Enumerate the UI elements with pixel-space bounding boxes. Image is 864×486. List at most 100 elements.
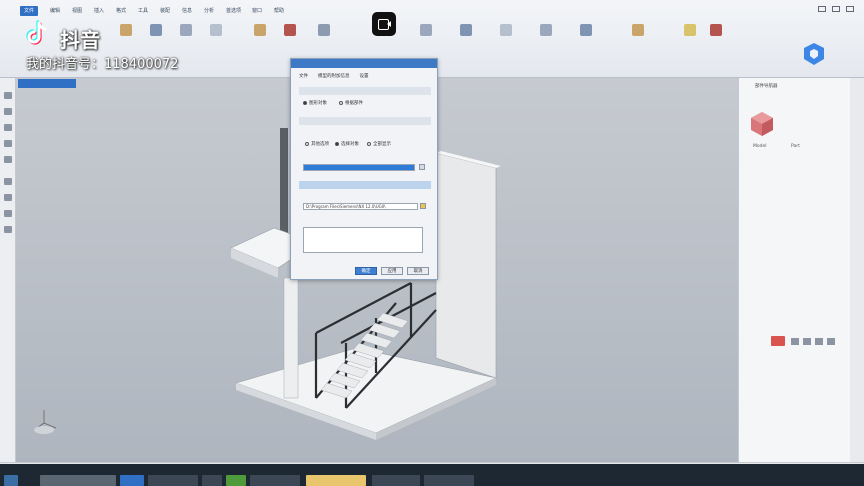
menu-item-insert[interactable]: 插入: [94, 6, 104, 16]
chamfer-tool-icon[interactable]: [284, 24, 296, 36]
select-object-button[interactable]: [419, 164, 425, 170]
minimize-icon[interactable]: [818, 6, 826, 12]
close-icon[interactable]: [846, 6, 854, 12]
ok-button[interactable]: 确定: [355, 267, 377, 275]
dialog-tab-info[interactable]: 模型的附加信息: [318, 73, 350, 79]
part-label: Part: [791, 144, 800, 149]
taskbar-app[interactable]: [226, 475, 246, 486]
viewport-tab[interactable]: [18, 79, 76, 88]
measure-tool-icon[interactable]: [580, 24, 592, 36]
menu-item-edit[interactable]: 编辑: [50, 6, 60, 16]
tiktok-logo-icon: [26, 20, 47, 45]
record-icon[interactable]: [372, 12, 396, 36]
watermark-brand: 抖音: [60, 28, 100, 52]
radio-option-part[interactable]: 根据部件: [339, 100, 363, 106]
taskbar-app[interactable]: [372, 475, 420, 486]
dialog-section-objects[interactable]: [299, 117, 431, 125]
menu-item-help[interactable]: 帮助: [274, 6, 284, 16]
tool-strip-icon[interactable]: [4, 194, 12, 201]
tool-strip-icon[interactable]: [4, 108, 12, 115]
radio-on-icon: [303, 100, 307, 105]
part-navigator-panel: 部件导航器 Model Part: [738, 78, 850, 464]
folder-icon[interactable]: [420, 203, 426, 209]
radio-option-graphics[interactable]: 图形对象: [303, 100, 327, 106]
taskbar-app[interactable]: [202, 475, 222, 486]
menu-item-window[interactable]: 窗口: [252, 6, 262, 16]
output-file-path-input[interactable]: D:\Program Files\Siemens\NX 12.0\UGII\: [303, 203, 418, 210]
radio-option-other[interactable]: 其他选项: [305, 141, 329, 147]
apply-button[interactable]: 应用: [381, 267, 403, 275]
tool-strip-icon[interactable]: [4, 140, 12, 147]
radio-option-showall[interactable]: 全部显示: [367, 141, 391, 147]
mirror-tool-icon[interactable]: [420, 24, 432, 36]
cancel-button[interactable]: 取消: [407, 267, 429, 275]
dialog-tab-file[interactable]: 文件: [299, 73, 308, 79]
left-tool-strip: [0, 78, 16, 464]
menu-item-file[interactable]: 文件: [20, 6, 39, 16]
tool-strip-icon[interactable]: [4, 226, 12, 233]
radio-option-select[interactable]: 选择对象: [335, 141, 359, 147]
maximize-icon[interactable]: [832, 6, 840, 12]
dialog-section-output[interactable]: [299, 181, 431, 189]
dialog-tab-settings[interactable]: 设置: [360, 73, 369, 79]
edge-blend-tool-icon[interactable]: [254, 24, 266, 36]
window-controls: [818, 6, 854, 12]
cube-icon[interactable]: [749, 110, 775, 138]
menu-item-assembly[interactable]: 装配: [160, 6, 170, 16]
taskbar-app[interactable]: [148, 475, 198, 486]
radio-label: 其他选项: [311, 142, 329, 147]
dialog-tabs: 文件 模型的附加信息 设置: [299, 73, 369, 79]
hole-tool-icon[interactable]: [210, 24, 222, 36]
tool-strip-icon[interactable]: [4, 178, 12, 185]
right-tool-strip: [850, 78, 864, 464]
panel-title: 部件导航器: [755, 84, 778, 89]
radio-label: 选择对象: [341, 142, 359, 147]
taskbar-app[interactable]: [424, 475, 474, 486]
render-tool-icon[interactable]: [684, 24, 696, 36]
notes-textarea[interactable]: [303, 227, 423, 253]
panel-tool-icon[interactable]: [803, 338, 811, 345]
radio-off-icon: [305, 141, 309, 146]
panel-tool-icon[interactable]: [815, 338, 823, 345]
model-label: Model: [753, 144, 767, 149]
taskbar-app[interactable]: [306, 475, 366, 486]
tool-strip-icon[interactable]: [4, 92, 12, 99]
radio-off-icon: [367, 141, 371, 146]
radio-on-icon: [335, 141, 339, 146]
revolve-tool-icon[interactable]: [180, 24, 192, 36]
start-button-icon[interactable]: [4, 475, 18, 486]
menu-item-format[interactable]: 格式: [116, 6, 126, 16]
panel-tool-icon[interactable]: [791, 338, 799, 345]
tool-strip-icon[interactable]: [4, 210, 12, 217]
taskbar-app[interactable]: [250, 475, 300, 486]
section-tool-icon[interactable]: [632, 24, 644, 36]
sketch-tool-icon[interactable]: [120, 24, 132, 36]
menu-item-info[interactable]: 信息: [182, 6, 192, 16]
menu-item-view[interactable]: 视图: [72, 6, 82, 16]
radio-label: 图形对象: [309, 101, 327, 106]
shield-icon: [804, 43, 824, 65]
tool-strip-icon[interactable]: [4, 156, 12, 163]
watermark-account-id: 我的抖音号：118400072: [26, 57, 179, 72]
export-dialog: 文件 模型的附加信息 设置 图形对象 根据部件 其他选项 选择对象 全部显示 D…: [290, 58, 438, 280]
pattern-tool-icon[interactable]: [318, 24, 330, 36]
menu-item-analysis[interactable]: 分析: [204, 6, 214, 16]
extrude-tool-icon[interactable]: [150, 24, 162, 36]
menu-item-tools[interactable]: 工具: [138, 6, 148, 16]
dialog-section-export-from[interactable]: [299, 87, 431, 95]
panel-tool-icon[interactable]: [827, 338, 835, 345]
taskbar-app[interactable]: [40, 475, 116, 486]
warning-icon[interactable]: [771, 336, 785, 346]
selection-progress-bar: [303, 164, 415, 171]
menu-bar: 文件 编辑 视图 插入 格式 工具 装配 信息 分析 首选项 窗口 帮助: [0, 6, 864, 16]
display-tool-icon[interactable]: [710, 24, 722, 36]
tool-strip-icon[interactable]: [4, 124, 12, 131]
shell-tool-icon[interactable]: [460, 24, 472, 36]
trim-tool-icon[interactable]: [540, 24, 552, 36]
draft-tool-icon[interactable]: [500, 24, 512, 36]
radio-label: 根据部件: [345, 101, 363, 106]
radio-off-icon: [339, 100, 343, 105]
menu-item-prefs[interactable]: 首选项: [226, 6, 241, 16]
progress-fill: [304, 165, 414, 170]
taskbar-app[interactable]: [120, 475, 144, 486]
